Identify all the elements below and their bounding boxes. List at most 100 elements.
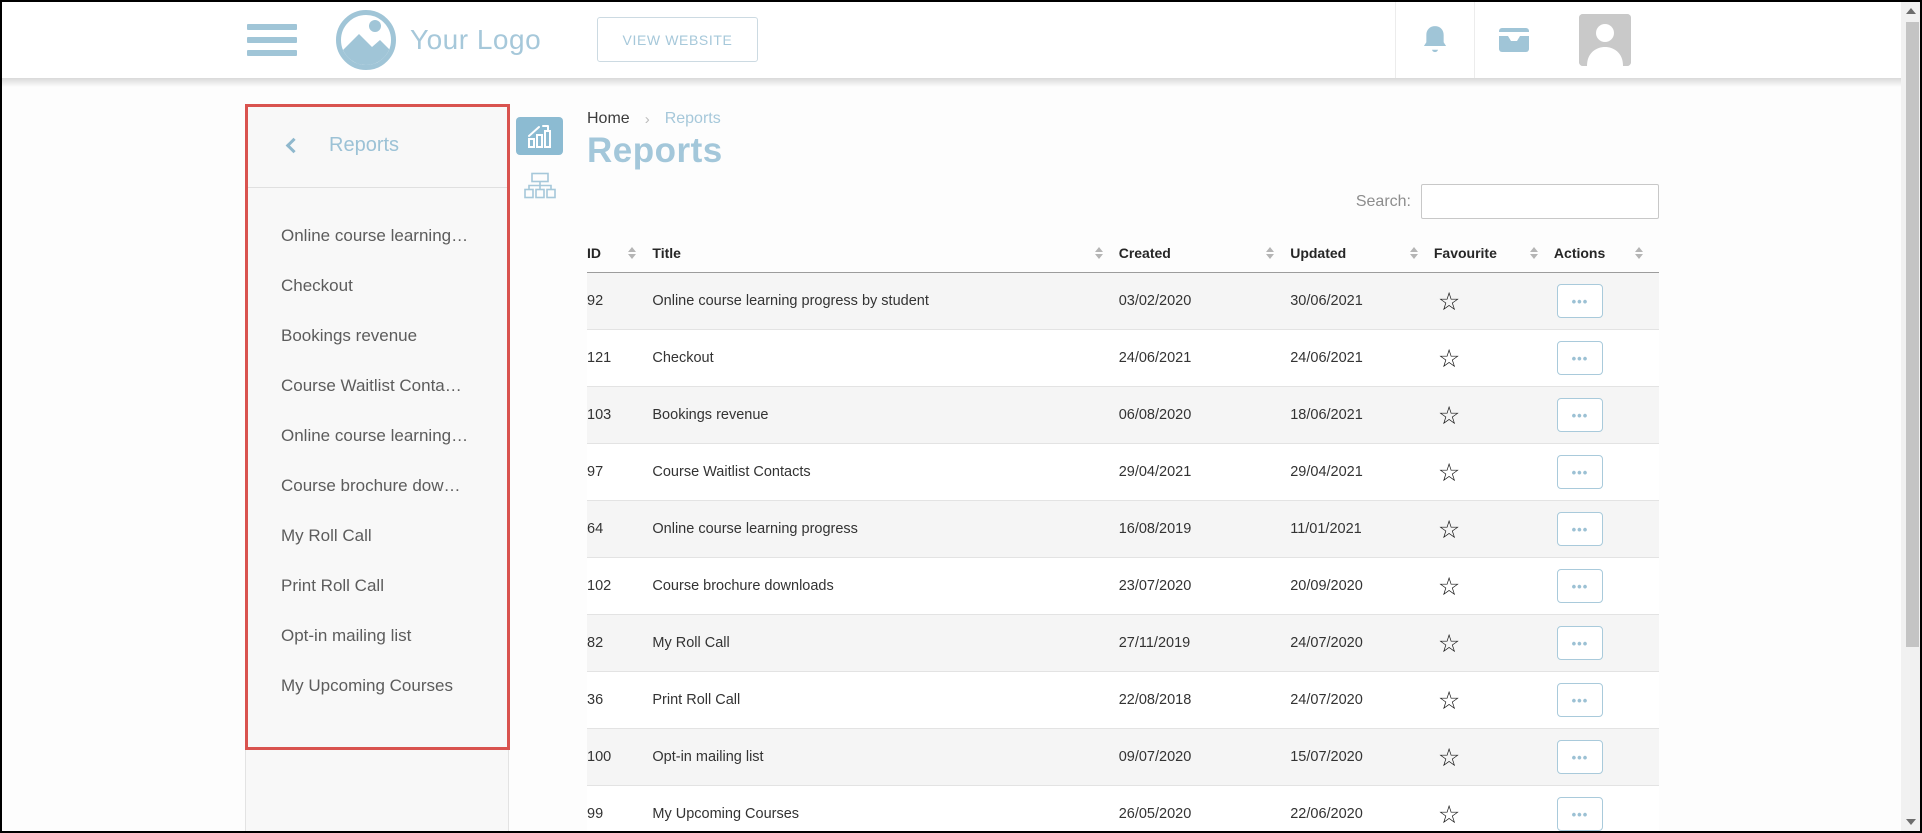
column-header-actions[interactable]: Actions: [1554, 238, 1659, 273]
cell-created: 26/05/2020: [1119, 786, 1291, 833]
row-actions-button[interactable]: •••: [1557, 626, 1603, 660]
cell-id: 121: [587, 330, 652, 387]
favourite-star-icon[interactable]: ☆: [1438, 517, 1460, 542]
view-toggle-rail: [516, 117, 563, 200]
table-row: 92Online course learning progress by stu…: [587, 273, 1659, 330]
page-title: Reports: [587, 131, 1659, 171]
sort-arrows-icon[interactable]: [1095, 247, 1103, 259]
vertical-scrollbar[interactable]: [1901, 2, 1920, 831]
table-row: 100Opt-in mailing list09/07/202015/07/20…: [587, 729, 1659, 786]
header-shadow: [2, 78, 1901, 87]
row-actions-button[interactable]: •••: [1557, 569, 1603, 603]
favourite-star-icon[interactable]: ☆: [1438, 403, 1460, 428]
table-row: 102Course brochure downloads23/07/202020…: [587, 558, 1659, 615]
sidebar-back-header[interactable]: Reports: [246, 104, 508, 188]
sidebar-item-report[interactable]: Online course learning…: [246, 411, 508, 461]
row-actions-button[interactable]: •••: [1557, 683, 1603, 717]
favourite-star-icon[interactable]: ☆: [1438, 460, 1460, 485]
search-input[interactable]: [1421, 184, 1659, 219]
breadcrumb-separator-icon: ›: [645, 111, 650, 128]
cell-updated: 22/06/2020: [1290, 786, 1434, 833]
row-actions-button[interactable]: •••: [1557, 797, 1603, 831]
cell-id: 100: [587, 729, 652, 786]
sidebar-item-report[interactable]: Print Roll Call: [246, 561, 508, 611]
row-actions-button[interactable]: •••: [1557, 740, 1603, 774]
column-header-title[interactable]: Title: [652, 238, 1118, 273]
table-row: 64Online course learning progress16/08/2…: [587, 501, 1659, 558]
favourite-star-icon[interactable]: ☆: [1438, 745, 1460, 770]
inbox-button[interactable]: [1474, 2, 1553, 78]
user-avatar[interactable]: [1579, 14, 1631, 66]
cell-updated: 24/07/2020: [1290, 615, 1434, 672]
favourite-star-icon[interactable]: ☆: [1438, 688, 1460, 713]
cell-favourite: ☆: [1434, 330, 1554, 387]
breadcrumb-home-link[interactable]: Home: [587, 110, 630, 128]
sidebar-item-report[interactable]: Course brochure dow…: [246, 461, 508, 511]
scrollbar-thumb[interactable]: [1906, 22, 1919, 647]
sidebar-report-list: Online course learning…CheckoutBookings …: [246, 188, 508, 711]
logo[interactable]: Your Logo: [335, 9, 541, 71]
column-label: Favourite: [1434, 245, 1497, 261]
sidebar-item-report[interactable]: Checkout: [246, 261, 508, 311]
sort-arrows-icon[interactable]: [1410, 247, 1418, 259]
column-header-created[interactable]: Created: [1119, 238, 1291, 273]
notifications-button[interactable]: [1395, 2, 1474, 78]
view-website-button[interactable]: VIEW WEBSITE: [597, 17, 758, 62]
logo-image-icon: [335, 9, 397, 71]
column-header-favourite[interactable]: Favourite: [1434, 238, 1554, 273]
favourite-star-icon[interactable]: ☆: [1438, 802, 1460, 827]
chart-view-button[interactable]: [516, 117, 563, 155]
reports-sidebar: Reports Online course learning…CheckoutB…: [245, 104, 509, 831]
cell-created: 09/07/2020: [1119, 729, 1291, 786]
cell-title: Course Waitlist Contacts: [652, 444, 1118, 501]
scroll-down-icon: [1906, 819, 1916, 825]
cell-id: 82: [587, 615, 652, 672]
sidebar-item-report[interactable]: Bookings revenue: [246, 311, 508, 361]
row-actions-button[interactable]: •••: [1557, 284, 1603, 318]
cell-id: 64: [587, 501, 652, 558]
cell-title: Online course learning progress: [652, 501, 1118, 558]
cell-updated: 30/06/2021: [1290, 273, 1434, 330]
hamburger-menu-icon[interactable]: [247, 24, 297, 56]
row-actions-button[interactable]: •••: [1557, 512, 1603, 546]
sidebar-item-report[interactable]: Online course learning…: [246, 211, 508, 261]
column-label: Title: [652, 245, 681, 261]
cell-favourite: ☆: [1434, 501, 1554, 558]
cell-id: 92: [587, 273, 652, 330]
sort-arrows-icon[interactable]: [1635, 247, 1643, 259]
sidebar-item-report[interactable]: My Roll Call: [246, 511, 508, 561]
cell-actions: •••: [1554, 387, 1659, 444]
cell-created: 16/08/2019: [1119, 501, 1291, 558]
favourite-star-icon[interactable]: ☆: [1438, 346, 1460, 371]
cell-id: 97: [587, 444, 652, 501]
sidebar-item-report[interactable]: My Upcoming Courses: [246, 661, 508, 711]
cell-id: 36: [587, 672, 652, 729]
table-row: 121Checkout24/06/202124/06/2021☆•••: [587, 330, 1659, 387]
sort-arrows-icon[interactable]: [628, 247, 636, 259]
row-actions-button[interactable]: •••: [1557, 398, 1603, 432]
breadcrumb: Home › Reports: [587, 110, 1659, 128]
column-header-updated[interactable]: Updated: [1290, 238, 1434, 273]
cell-actions: •••: [1554, 501, 1659, 558]
favourite-star-icon[interactable]: ☆: [1438, 574, 1460, 599]
cell-actions: •••: [1554, 729, 1659, 786]
sidebar-item-report[interactable]: Opt-in mailing list: [246, 611, 508, 661]
cell-title: Opt-in mailing list: [652, 729, 1118, 786]
table-row: 82My Roll Call27/11/201924/07/2020☆•••: [587, 615, 1659, 672]
scroll-up-button[interactable]: [1901, 2, 1920, 20]
favourite-star-icon[interactable]: ☆: [1438, 631, 1460, 656]
sort-arrows-icon[interactable]: [1530, 247, 1538, 259]
scroll-down-button[interactable]: [1901, 813, 1920, 831]
row-actions-button[interactable]: •••: [1557, 455, 1603, 489]
table-body: 92Online course learning progress by stu…: [587, 273, 1659, 833]
row-actions-button[interactable]: •••: [1557, 341, 1603, 375]
sidebar-item-report[interactable]: Course Waitlist Conta…: [246, 361, 508, 411]
sitemap-view-button[interactable]: [524, 172, 556, 200]
main-content: Home › Reports Reports Search: IDTitleCr…: [587, 98, 1659, 833]
cell-title: Course brochure downloads: [652, 558, 1118, 615]
sort-arrows-icon[interactable]: [1266, 247, 1274, 259]
column-label: Actions: [1554, 245, 1605, 261]
column-header-id[interactable]: ID: [587, 238, 652, 273]
cell-favourite: ☆: [1434, 786, 1554, 833]
favourite-star-icon[interactable]: ☆: [1438, 289, 1460, 314]
